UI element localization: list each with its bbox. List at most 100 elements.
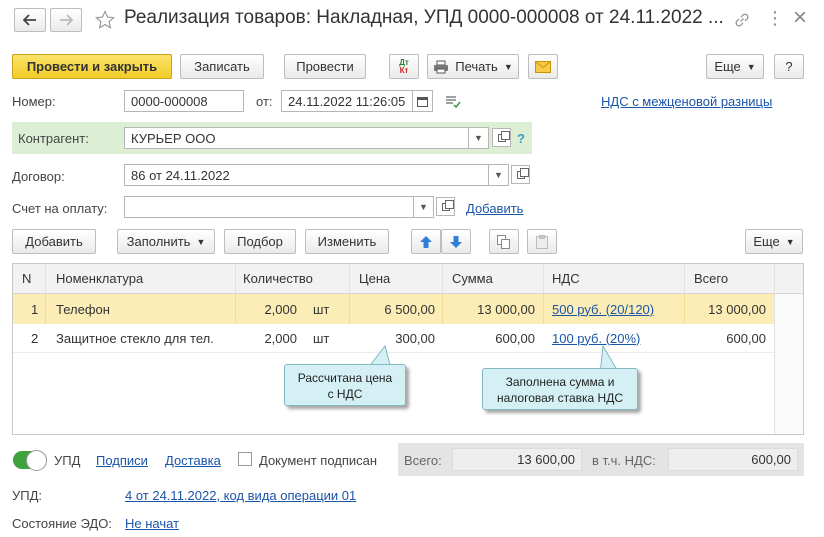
signatures-link[interactable]: Подписи (96, 453, 148, 468)
fill-button[interactable]: Заполнить ▼ (117, 229, 215, 254)
more-menu-icon[interactable]: ⋮ (766, 8, 784, 29)
vat-total-label: в т.ч. НДС: (592, 453, 656, 468)
contract-open-button[interactable] (511, 165, 530, 184)
upd-toggle[interactable] (13, 450, 47, 471)
counterparty-field[interactable]: КУРЬЕР ООО (124, 127, 469, 149)
star-icon[interactable] (95, 10, 115, 30)
arrow-left-icon (23, 14, 36, 26)
edo-label: Состояние ЭДО: (12, 516, 112, 531)
change-button[interactable]: Изменить (305, 229, 389, 254)
more-label: Еще (714, 59, 741, 74)
calendar-icon (417, 96, 428, 107)
help-question-icon[interactable]: ? (517, 131, 525, 146)
chevron-down-icon: ▼ (494, 170, 503, 180)
edo-status-link[interactable]: Не начат (125, 516, 179, 531)
chevron-down-icon: ▼ (474, 133, 483, 143)
open-window-icon (497, 130, 510, 142)
col-header-qty[interactable]: Количество (243, 264, 313, 293)
vat-callout: Заполнена сумма и налоговая ставка НДС (482, 368, 638, 410)
cell-total: 600,00 (726, 330, 766, 346)
date-label: от: (256, 94, 273, 109)
print-button[interactable]: Печать ▼ (427, 54, 519, 79)
number-label: Номер: (12, 94, 56, 109)
cell-vat-link[interactable]: 500 руб. (20/120) (552, 294, 654, 324)
paste-rows-button[interactable] (527, 229, 557, 254)
col-header-total[interactable]: Всего (694, 264, 728, 293)
open-window-icon (441, 199, 454, 211)
col-header-n[interactable]: N (22, 264, 31, 293)
col-header-vat[interactable]: НДС (552, 264, 580, 293)
post-and-close-button[interactable]: Провести и закрыть (12, 54, 172, 79)
calendar-button[interactable] (413, 90, 433, 112)
save-button[interactable]: Записать (180, 54, 264, 79)
upd-toggle-label: УПД (54, 453, 81, 468)
col-header-name[interactable]: Номенклатура (56, 264, 143, 293)
help-button[interactable]: ? (774, 54, 804, 79)
paste-icon (536, 234, 548, 249)
counterparty-dropdown[interactable]: ▼ (469, 127, 489, 149)
cell-qty: 2,000 (264, 330, 297, 346)
col-header-sum[interactable]: Сумма (452, 264, 493, 293)
signed-checkbox[interactable] (238, 452, 252, 466)
cell-n: 1 (31, 301, 39, 317)
date-field[interactable]: 24.11.2022 11:26:05 (281, 90, 413, 112)
arrow-down-icon (450, 235, 462, 248)
link-icon[interactable] (733, 11, 751, 29)
invoice-open-button[interactable] (436, 197, 455, 216)
page-title: Реализация товаров: Накладная, УПД 0000-… (124, 7, 724, 28)
price-callout: Рассчитана цена с НДС (284, 364, 406, 406)
close-icon[interactable]: × (793, 4, 807, 32)
move-up-button[interactable] (411, 229, 441, 254)
table-more-label: Еще (753, 234, 780, 249)
cell-n: 2 (31, 330, 39, 346)
col-header-price[interactable]: Цена (359, 264, 390, 293)
cell-unit: шт (313, 301, 330, 317)
counterparty-open-button[interactable] (492, 128, 511, 147)
cell-sum: 13 000,00 (477, 301, 535, 317)
counterparty-label: Контрагент: (18, 131, 89, 146)
invoice-field[interactable] (124, 196, 414, 218)
cell-name: Защитное стекло для тел. (56, 330, 214, 346)
cell-total: 13 000,00 (708, 301, 766, 317)
add-row-button[interactable]: Добавить (12, 229, 96, 254)
print-label: Печать (455, 59, 498, 74)
total-label: Всего: (404, 453, 442, 468)
cell-price: 6 500,00 (384, 301, 435, 317)
pick-button[interactable]: Подбор (224, 229, 296, 254)
table-scrollbar-track[interactable] (774, 294, 803, 434)
dt-kt-icon: Дт Кт (399, 57, 409, 75)
invoice-add-link[interactable]: Добавить (466, 201, 523, 216)
upd-label: УПД: (12, 488, 43, 503)
contract-dropdown[interactable]: ▼ (489, 164, 509, 186)
envelope-icon (535, 60, 551, 73)
contract-field[interactable]: 86 от 24.11.2022 (124, 164, 489, 186)
delivery-link[interactable]: Доставка (165, 453, 221, 468)
post-button[interactable]: Провести (284, 54, 366, 79)
chevron-down-icon: ▼ (419, 202, 428, 212)
number-field[interactable]: 0000-000008 (124, 90, 244, 112)
invoice-label: Счет на оплату: (12, 201, 108, 216)
more-button[interactable]: Еще ▼ (706, 54, 764, 79)
cell-name: Телефон (56, 301, 110, 317)
email-button[interactable] (528, 54, 558, 79)
dt-kt-button[interactable]: Дт Кт (389, 54, 419, 79)
table-more-button[interactable]: Еще ▼ (745, 229, 803, 254)
table-row[interactable]: 1 Телефон 2,000 шт 6 500,00 13 000,00 50… (13, 294, 774, 324)
copy-icon (497, 234, 510, 249)
cell-qty: 2,000 (264, 301, 297, 317)
printer-icon (434, 60, 449, 73)
forward-button[interactable] (50, 8, 82, 32)
invoice-dropdown[interactable]: ▼ (414, 196, 434, 218)
total-value: 13 600,00 (452, 448, 582, 471)
move-down-button[interactable] (441, 229, 471, 254)
list-doc-icon[interactable] (445, 95, 461, 109)
vat-total-value: 600,00 (668, 448, 798, 471)
back-button[interactable] (14, 8, 46, 32)
table-header: N Номенклатура Количество Цена Сумма НДС… (13, 264, 803, 294)
copy-rows-button[interactable] (489, 229, 519, 254)
cell-unit: шт (313, 330, 330, 346)
fill-label: Заполнить (126, 234, 191, 249)
arrow-up-icon (420, 235, 432, 248)
vat-diff-link[interactable]: НДС с межценовой разницы (601, 94, 772, 109)
upd-link[interactable]: 4 от 24.11.2022, код вида операции 01 (125, 488, 356, 503)
